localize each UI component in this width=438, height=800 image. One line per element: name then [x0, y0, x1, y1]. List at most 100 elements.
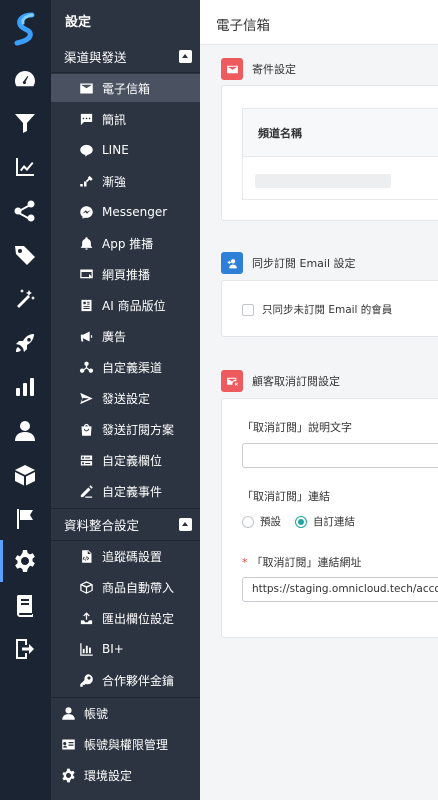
chart-icon — [78, 641, 94, 657]
nav-item-channel_items-1[interactable]: 簡訊 — [51, 105, 200, 133]
megaphone-icon — [78, 328, 94, 344]
unsub-url-input[interactable]: https://staging.omnicloud.tech/account/u… — [242, 577, 438, 602]
nav-item-label: 合作夥伴金鑰 — [102, 673, 175, 688]
settings-nav: 設定 渠道與發送 電子信箱簡訊 LINE 漸強 Messenger App 推播 網頁推播… — [51, 0, 200, 800]
logout-icon[interactable] — [11, 635, 39, 663]
dashboard-icon[interactable] — [11, 65, 39, 93]
nav-item-label: BI+ — [102, 642, 124, 656]
tag-icon[interactable] — [11, 241, 39, 269]
page-header: 電子信箱 — [200, 0, 438, 45]
radio-dot-selected[interactable] — [295, 515, 307, 528]
nav-item-label: App 推播 — [102, 236, 154, 251]
nav-item-data_items-0[interactable]: 追蹤碼設置 — [51, 542, 200, 570]
nav-item-channel_items-2[interactable]: LINE — [51, 136, 200, 164]
box-icon[interactable] — [11, 461, 39, 489]
sender-card: 頻道名稱 — [221, 85, 438, 221]
sms-icon — [78, 111, 94, 127]
section-unsub-header: 顧客取消訂閱設定 — [221, 368, 438, 394]
nav-group-channels[interactable]: 渠道與發送 — [51, 42, 200, 70]
section-title: 寄件設定 — [252, 63, 296, 76]
envelope-x-icon — [221, 370, 243, 392]
app-logo-icon[interactable] — [12, 12, 39, 46]
journey-icon[interactable] — [11, 197, 39, 225]
filter-icon[interactable] — [11, 109, 39, 137]
nav-group-data[interactable]: 資料整合設定 — [51, 510, 200, 538]
key-icon — [78, 672, 94, 688]
channel-table: 頻道名稱 — [242, 108, 438, 200]
custom-field-icon — [78, 452, 94, 468]
nav-item-channel_items-6[interactable]: 網頁推播 — [51, 260, 200, 288]
unsub-link-label: 「取消訂閱」連結 — [242, 490, 330, 503]
loading-placeholder — [255, 174, 391, 188]
nav-item-bottom_items-2[interactable]: 環境設定 — [51, 761, 200, 789]
sync-unsubscribed-checkbox[interactable]: 只同步未訂閱 Email 的會員 — [242, 302, 392, 317]
nav-item-label: 帳號與權限管理 — [84, 737, 169, 752]
divider — [51, 72, 200, 73]
divider — [51, 540, 200, 541]
nav-item-channel_items-4[interactable]: Messenger — [51, 198, 200, 226]
unsub-desc-input[interactable] — [242, 443, 438, 468]
user-plus-icon — [221, 252, 243, 274]
pen-icon — [78, 483, 94, 499]
tracking-code-icon — [78, 548, 94, 564]
gear-icon — [60, 767, 76, 783]
nav-item-label: LINE — [102, 143, 129, 157]
user-icon[interactable] — [11, 417, 39, 445]
nav-item-label: 帳號 — [84, 706, 109, 721]
nav-item-channel_items-9[interactable]: 自定義渠道 — [51, 353, 200, 381]
magic-wand-icon[interactable] — [11, 285, 39, 313]
nav-item-label: 發送設定 — [102, 391, 151, 406]
chevron-up-icon[interactable] — [179, 518, 192, 531]
shopping-bag-icon — [78, 421, 94, 437]
flag-icon[interactable] — [11, 505, 39, 533]
nav-item-label: 網頁推播 — [102, 267, 151, 282]
nav-item-channel_items-11[interactable]: 發送訂閱方案 — [51, 415, 200, 443]
nav-item-channel_items-3[interactable]: 漸強 — [51, 167, 200, 195]
active-indicator — [0, 540, 3, 582]
bar-chart-icon[interactable] — [11, 373, 39, 401]
nav-item-bottom_items-0[interactable]: 帳號 — [51, 699, 200, 727]
chevron-up-icon[interactable] — [179, 50, 192, 63]
gear-icon[interactable] — [11, 547, 39, 575]
unsub-url-label-text: 「取消訂閱」連結網址 — [251, 556, 362, 569]
nav-item-data_items-2[interactable]: 匯出欄位設定 — [51, 604, 200, 632]
nav-item-channel_items-12[interactable]: 自定義欄位 — [51, 446, 200, 474]
section-title: 同步訂閱 Email 設定 — [252, 257, 356, 270]
ai-slot-icon — [78, 297, 94, 313]
checkbox-label: 只同步未訂閱 Email 的會員 — [262, 304, 393, 316]
bell-icon — [78, 235, 94, 251]
icon-rail — [0, 0, 51, 800]
nav-item-data_items-3[interactable]: BI+ — [51, 635, 200, 663]
nav-item-data_items-1[interactable]: 商品自動帶入 — [51, 573, 200, 601]
nav-item-label: 匯出欄位設定 — [102, 611, 175, 626]
nav-item-label: 自定義渠道 — [102, 360, 163, 375]
book-icon[interactable] — [11, 591, 39, 619]
nav-item-channel_items-10[interactable]: 發送設定 — [51, 384, 200, 412]
nav-title: 設定 — [65, 15, 92, 30]
radio-custom-link[interactable]: 自訂連結 — [295, 514, 355, 529]
nav-item-label: 廣告 — [102, 329, 127, 344]
checkbox-box[interactable] — [242, 303, 254, 316]
nav-item-channel_items-5[interactable]: App 推播 — [51, 229, 200, 257]
line-icon — [78, 142, 94, 158]
nav-group-label: 渠道與發送 — [64, 49, 127, 65]
sync-card: 只同步未訂閱 Email 的會員 — [221, 280, 438, 337]
nav-item-channel_items-7[interactable]: AI 商品版位 — [51, 291, 200, 319]
nav-group-label: 資料整合設定 — [64, 517, 140, 533]
divider — [51, 697, 200, 698]
radio-dot[interactable] — [242, 515, 254, 528]
nav-item-bottom_items-1[interactable]: 帳號與權限管理 — [51, 730, 200, 758]
radio-label: 自訂連結 — [313, 516, 355, 528]
nav-item-channel_items-8[interactable]: 廣告 — [51, 322, 200, 350]
table-header-channel-name: 頻道名稱 — [243, 109, 438, 157]
nav-item-data_items-4[interactable]: 合作夥伴金鑰 — [51, 666, 200, 694]
id-card-icon — [60, 736, 76, 752]
line-chart-icon[interactable] — [11, 153, 39, 181]
nav-item-channel_items-13[interactable]: 自定義事件 — [51, 477, 200, 505]
radio-label: 預設 — [260, 516, 281, 528]
rocket-icon[interactable] — [11, 329, 39, 357]
nav-item-channel_items-0[interactable]: 電子信箱 — [51, 74, 200, 102]
section-sync-header: 同步訂閱 Email 設定 — [221, 250, 438, 276]
nav-item-label: 發送訂閱方案 — [102, 422, 175, 437]
radio-default[interactable]: 預設 — [242, 514, 281, 529]
